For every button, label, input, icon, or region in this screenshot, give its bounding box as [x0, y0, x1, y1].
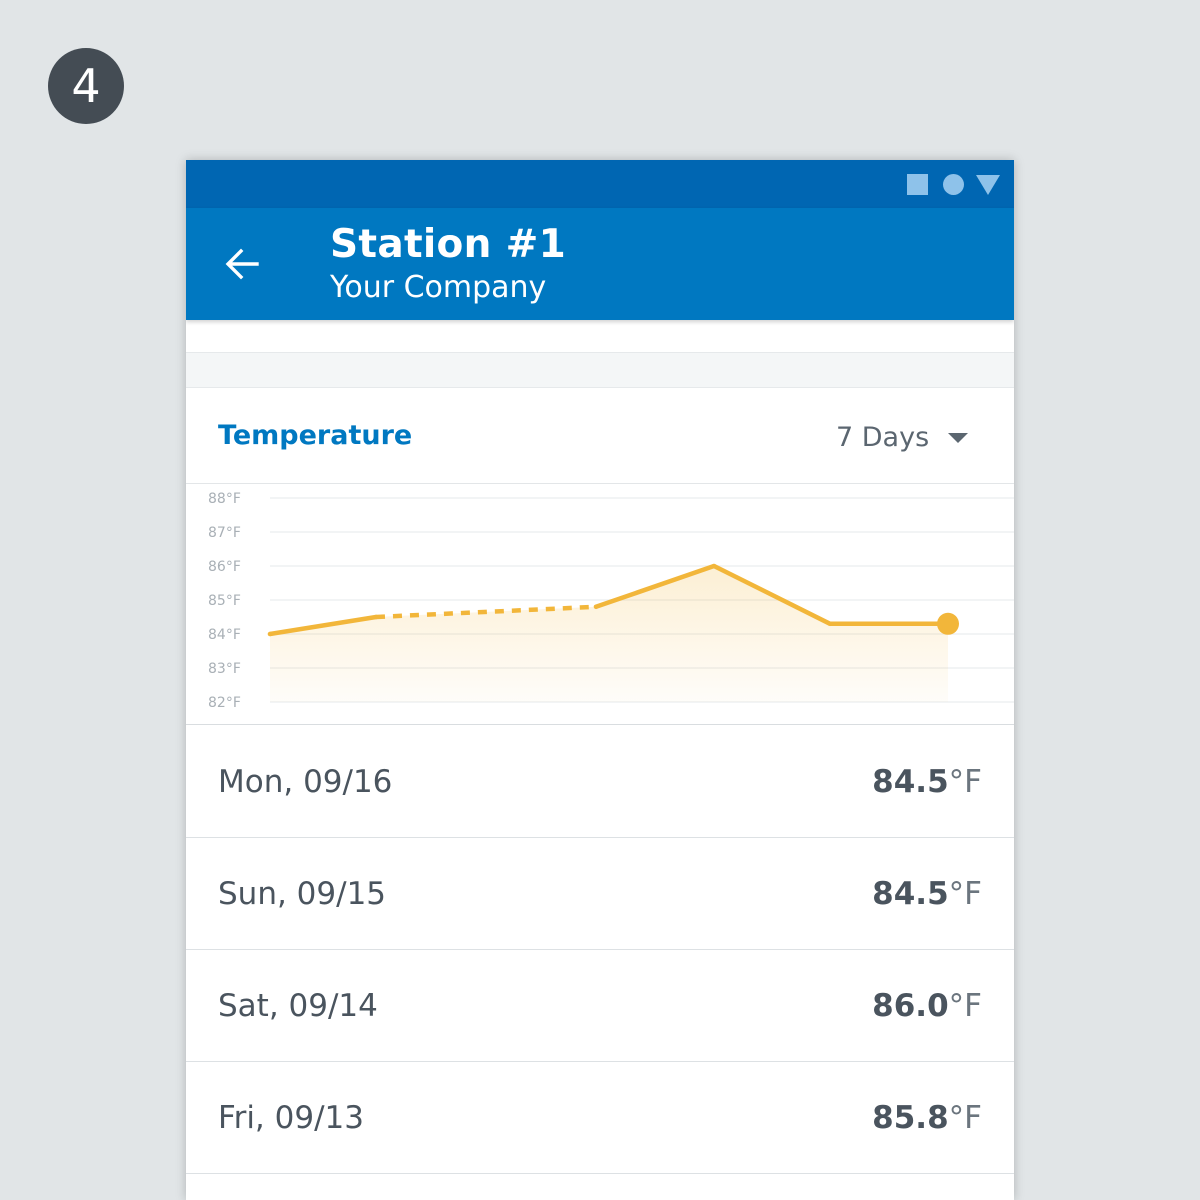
reading-number: 85.8	[872, 1100, 949, 1136]
reading-value: 84.5°F	[872, 876, 982, 912]
end-point-marker	[937, 612, 959, 635]
data-point	[827, 621, 833, 627]
list-item[interactable]: Fri, 09/13 85.8°F	[186, 1062, 1014, 1174]
readings-list: Mon, 09/16 84.5°F Sun, 09/15 84.5°F Sat, 09/…	[186, 726, 1014, 1174]
status-bar	[186, 160, 1014, 208]
phone-screen: Station #1 Your Company Temperature 7 Da…	[186, 160, 1014, 1200]
card-header: Temperature 7 Days	[186, 388, 1014, 484]
range-dropdown[interactable]: 7 Days	[826, 412, 986, 460]
y-tick-label: 82°F	[208, 695, 241, 711]
reading-date: Fri, 09/13	[218, 1100, 364, 1136]
card-title: Temperature	[218, 420, 413, 451]
reading-unit: °F	[948, 1100, 982, 1136]
section-divider	[186, 352, 1014, 388]
reading-number: 84.5	[872, 876, 949, 912]
reading-date: Mon, 09/16	[218, 764, 393, 800]
data-point	[593, 604, 599, 610]
y-tick-label: 85°F	[208, 593, 241, 609]
reading-number: 84.5	[872, 764, 949, 800]
temperature-chart: 88°F 87°F 86°F 85°F 84°F 83°F 82°F	[186, 484, 1014, 725]
arrow-left-icon	[225, 248, 259, 280]
app-bar: Station #1 Your Company	[186, 208, 1014, 320]
series-area	[270, 566, 948, 702]
caret-down-icon	[948, 433, 968, 443]
y-tick-label: 84°F	[208, 627, 241, 643]
square-icon	[907, 174, 928, 195]
chart-svg: 88°F 87°F 86°F 85°F 84°F 83°F 82°F	[208, 491, 1014, 711]
page-title: Station #1	[330, 222, 567, 267]
circle-icon	[943, 174, 964, 195]
data-point	[373, 614, 379, 620]
data-point	[267, 631, 273, 637]
reading-date: Sun, 09/15	[218, 876, 387, 912]
y-tick-label: 83°F	[208, 661, 241, 677]
list-item[interactable]: Sat, 09/14 86.0°F	[186, 950, 1014, 1062]
range-selected-value: 7 Days	[836, 422, 930, 453]
reading-date: Sat, 09/14	[218, 988, 378, 1024]
reading-number: 86.0	[872, 988, 949, 1024]
back-button[interactable]	[214, 238, 270, 290]
reading-value: 85.8°F	[872, 1100, 982, 1136]
list-item[interactable]: Sun, 09/15 84.5°F	[186, 838, 1014, 950]
reading-unit: °F	[948, 988, 982, 1024]
step-badge: 4	[48, 48, 124, 124]
page-subtitle: Your Company	[330, 270, 547, 305]
reading-value: 86.0°F	[872, 988, 982, 1024]
y-tick-label: 86°F	[208, 559, 241, 575]
reading-unit: °F	[948, 876, 982, 912]
reading-unit: °F	[948, 764, 982, 800]
reading-value: 84.5°F	[872, 764, 982, 800]
y-tick-label: 87°F	[208, 525, 241, 541]
list-item[interactable]: Mon, 09/16 84.5°F	[186, 726, 1014, 838]
data-point	[711, 563, 717, 569]
triangle-icon	[976, 175, 1000, 195]
y-tick-label: 88°F	[208, 491, 241, 507]
